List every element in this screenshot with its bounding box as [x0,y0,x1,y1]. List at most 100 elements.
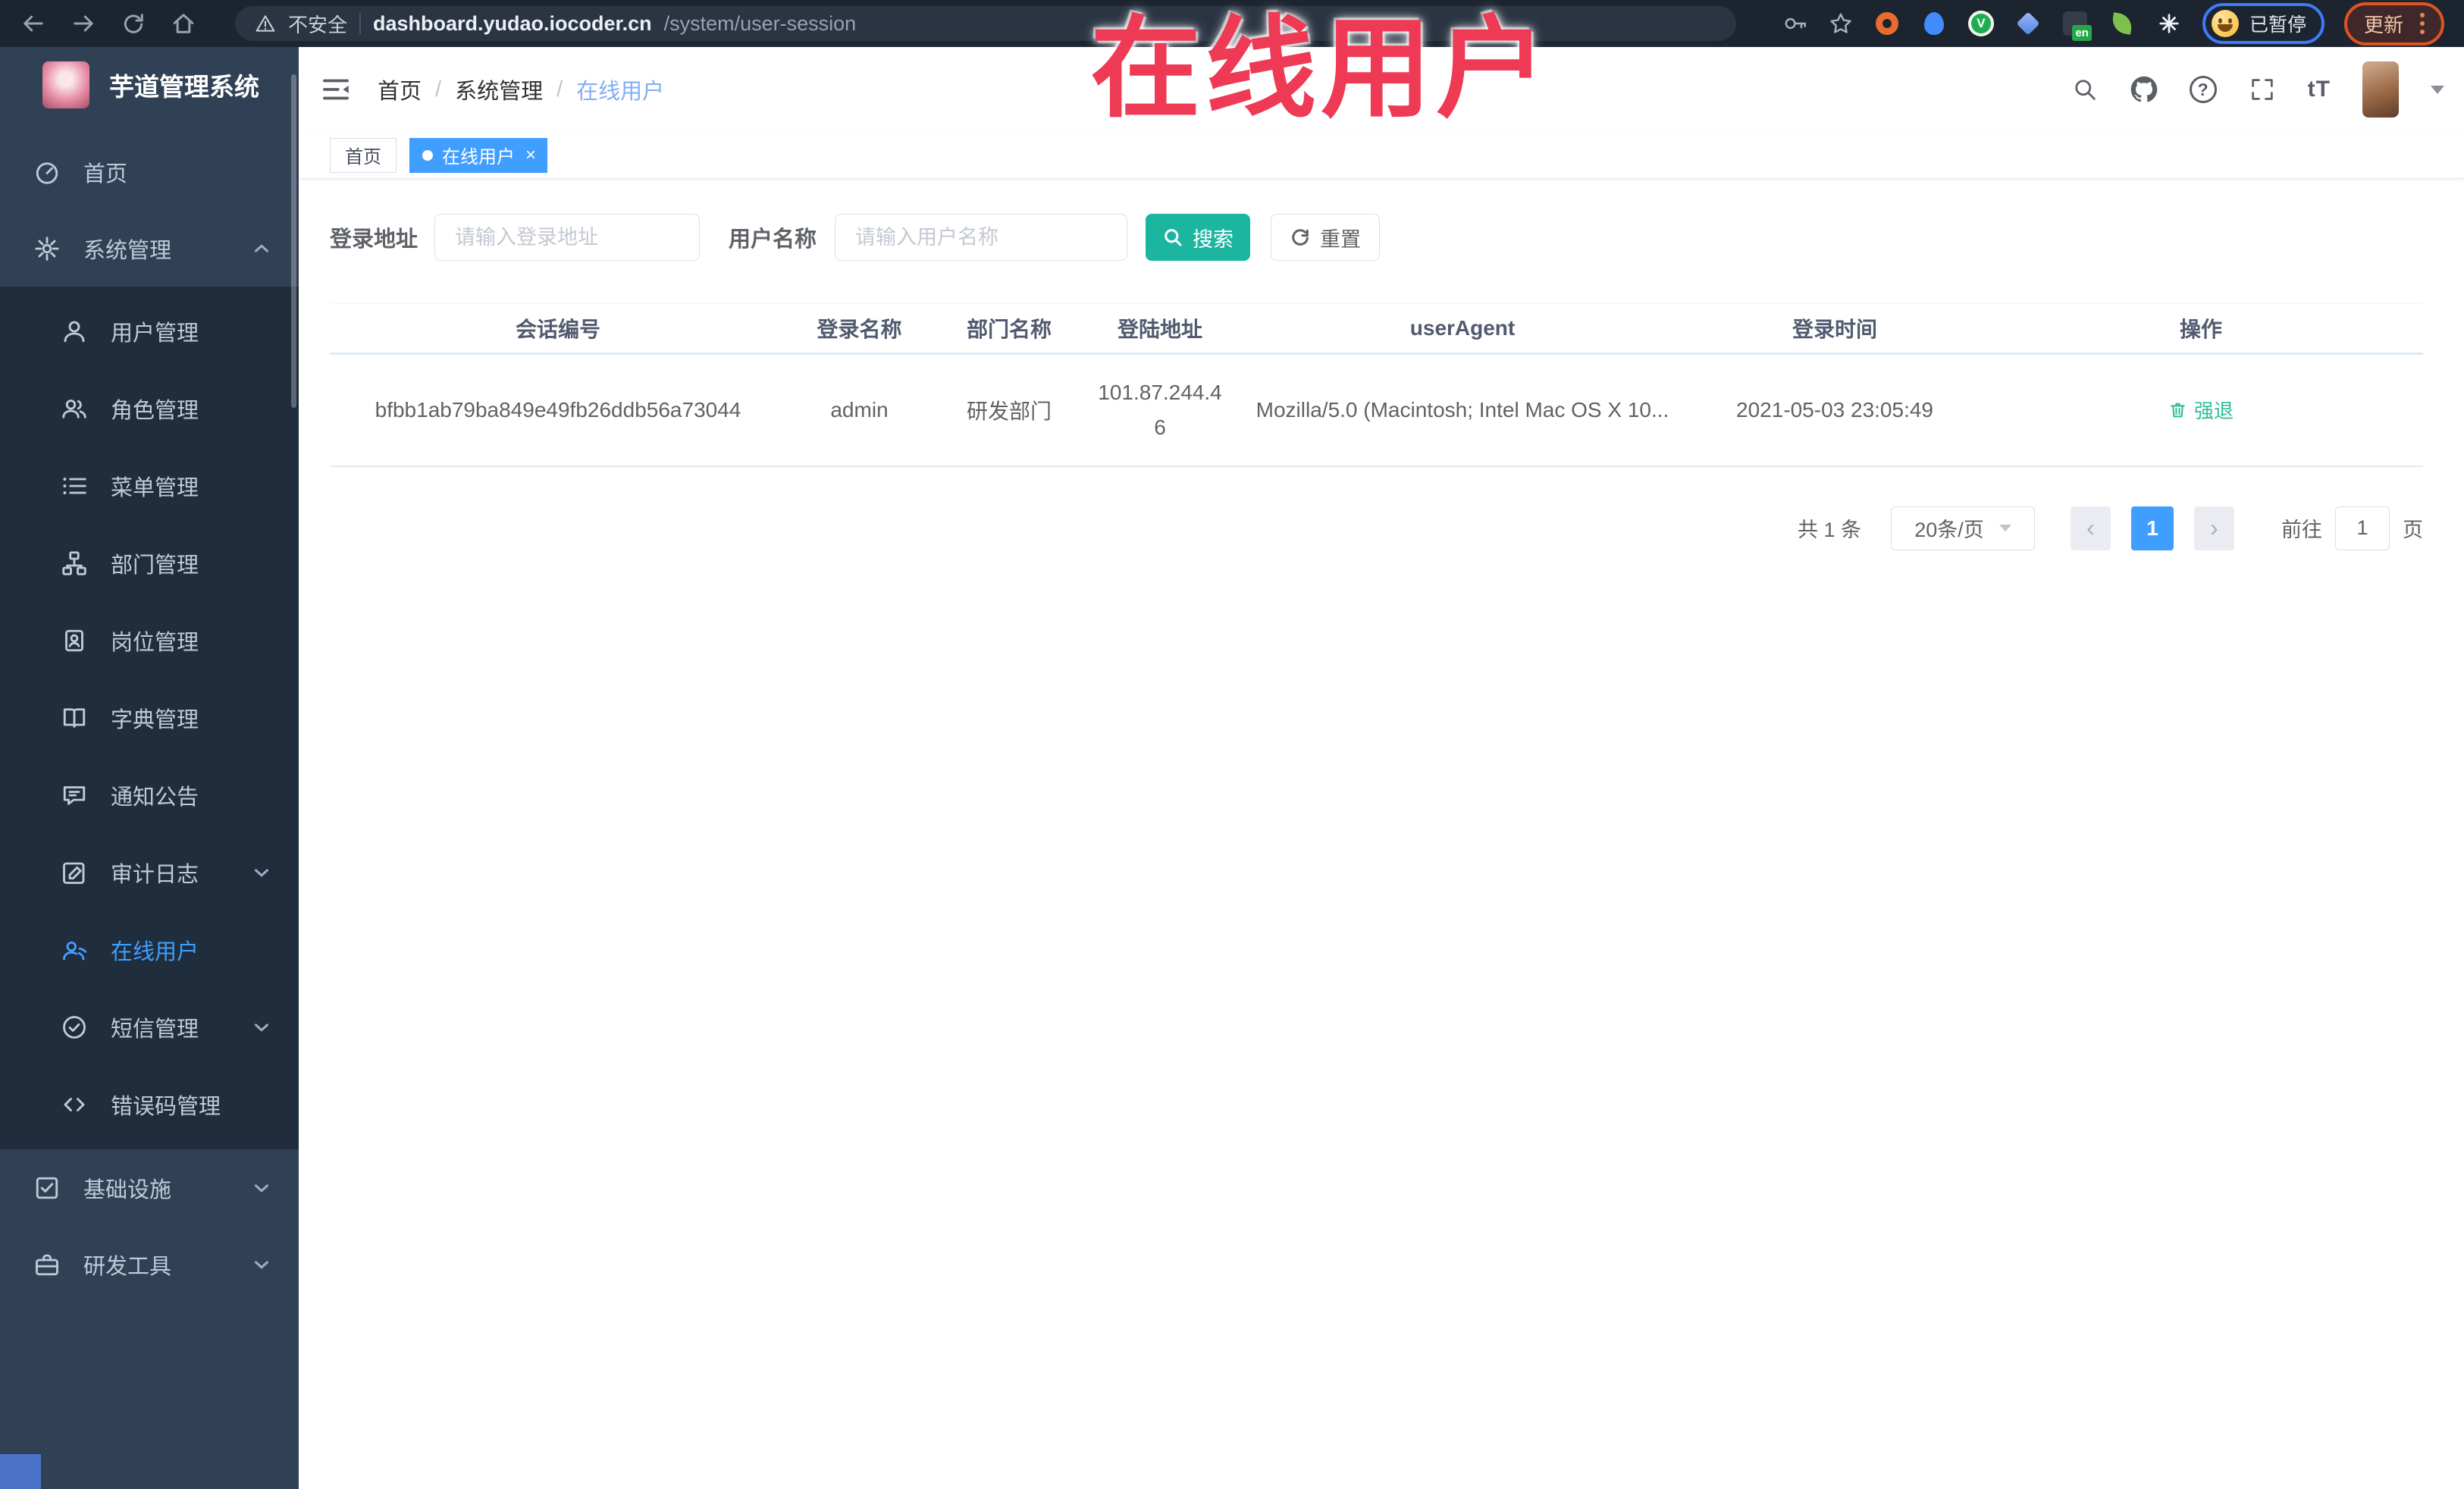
sidebar-item-notices[interactable]: 通知公告 [0,757,299,834]
goto-label: 前往 [2281,519,2322,541]
search-icon[interactable] [2071,76,2099,103]
sidebar-item-menus[interactable]: 菜单管理 [0,447,299,525]
sidebar-item-label: 字典管理 [111,708,199,732]
close-icon[interactable]: × [525,146,536,165]
online-user-icon [61,936,88,964]
users-group-icon [61,395,88,422]
github-icon[interactable] [2130,76,2158,103]
sidebar-item-error-codes[interactable]: 错误码管理 [0,1066,299,1143]
col-login-address: 登陆地址 [1086,303,1234,355]
sidebar-item-online-users[interactable]: 在线用户 [0,911,299,989]
extension-diamond-icon[interactable] [2014,10,2042,37]
sidebar-item-label: 审计日志 [111,863,199,887]
tab-home[interactable]: 首页 [330,137,397,173]
id-badge-icon [61,627,88,654]
login-address-input[interactable] [434,214,701,261]
fullscreen-icon[interactable] [2249,76,2276,103]
username-label: 用户名称 [729,227,817,252]
sidebar-group-devtools[interactable]: 研发工具 [0,1226,299,1302]
sidebar-group-system[interactable]: 系统管理 [0,210,299,287]
refresh-icon [1292,229,1309,246]
col-session-id: 会话编号 [330,303,786,355]
chevron-down-icon [250,1016,273,1039]
not-secure-warning-icon[interactable] [255,13,276,34]
extension-translate-icon[interactable]: en [2061,10,2092,41]
list-icon [61,472,88,500]
next-page-button[interactable]: › [2194,506,2234,550]
sidebar-scrollbar[interactable] [291,74,296,408]
browser-reload-icon[interactable] [120,10,147,37]
tab-label: 在线用户 [442,147,515,168]
goto-page-input[interactable] [2335,506,2390,550]
browser-menu-icon[interactable] [2420,13,2425,34]
sidebar-item-audit-logs[interactable]: 审计日志 [0,834,299,911]
sidebar-item-dictionary[interactable]: 字典管理 [0,679,299,757]
sidebar-item-label: 首页 [83,161,128,187]
extension-feather-icon[interactable] [2108,10,2136,37]
bookmark-star-icon[interactable] [1828,11,1854,36]
cell-login-name: admin [786,353,933,467]
force-logout-label: 强退 [2193,399,2234,422]
magnifier-icon [1165,229,1182,246]
speech-bubble-icon [61,782,88,809]
page-size-select[interactable]: 20条/页 [1891,506,2035,550]
update-label: 更新 [2363,13,2403,36]
username-input[interactable] [835,214,1128,261]
app-logo-row[interactable]: 芋道管理系统 [0,47,299,123]
hamburger-collapse-icon[interactable] [321,77,350,102]
security-label[interactable]: 不安全 [288,10,347,38]
cell-actions: 强退 [1979,353,2423,467]
cell-ip: 101.87.244.46 [1086,353,1234,467]
tab-label: 首页 [345,147,381,168]
extensions-puzzle-icon[interactable] [2155,10,2183,37]
breadcrumb: 首页 / 系统管理 / 在线用户 [378,74,664,105]
font-size-icon[interactable]: tT [2308,77,2331,102]
sidebar-item-home[interactable]: 首页 [0,133,299,210]
search-button[interactable]: 搜索 [1146,214,1251,261]
book-icon [61,704,88,732]
breadcrumb-home[interactable]: 首页 [378,74,422,105]
chevron-down-icon [250,1177,273,1199]
password-key-icon[interactable] [1782,11,1808,36]
sidebar-item-sms[interactable]: 短信管理 [0,989,299,1066]
avatar-caret-icon[interactable] [2431,85,2444,94]
sidebar-item-label: 岗位管理 [111,631,199,655]
extension-blue-drop-icon[interactable] [1920,10,1948,37]
sidebar-item-roles[interactable]: 角色管理 [0,370,299,447]
breadcrumb-current: 在线用户 [576,80,665,104]
browser-back-icon[interactable] [20,10,47,37]
browser-home-icon[interactable] [170,10,197,37]
tab-online-users[interactable]: 在线用户 × [409,137,548,173]
force-logout-button[interactable]: 强退 [2168,396,2234,424]
prev-page-button[interactable]: ‹ [2071,506,2111,550]
col-login-time: 登录时间 [1691,303,1979,355]
cell-session-id: bfbb1ab79ba849e49fb26ddb56a73044 [330,353,786,467]
address-bar[interactable]: 不安全 dashboard.yudao.iocoder.cn /system/u… [235,6,1736,41]
browser-update-button[interactable]: 更新 [2343,2,2444,45]
breadcrumb-separator: / [556,77,563,102]
url-path: /system/user-session [663,11,857,35]
active-dot-icon [422,149,433,161]
extension-green-v-icon[interactable]: V [1967,10,1995,37]
sidebar-item-users[interactable]: 用户管理 [0,293,299,370]
chevron-down-icon [250,861,273,884]
system-submenu: 用户管理 角色管理 菜单管理 部门管理 岗位管理 字典管理 通知公告 审计日志 … [0,287,299,1149]
help-icon[interactable]: ? [2189,76,2217,103]
reset-button[interactable]: 重置 [1271,214,1381,261]
sidebar-group-infrastructure[interactable]: 基础设施 [0,1149,299,1226]
extension-orange-icon[interactable] [1873,10,1901,37]
browser-forward-icon[interactable] [70,10,97,37]
profile-paused-badge[interactable]: 已暂停 [2202,3,2324,44]
sidebar-item-posts[interactable]: 岗位管理 [0,602,299,679]
dashboard-icon [33,158,61,186]
breadcrumb-system[interactable]: 系统管理 [455,74,543,105]
sidebar-bottom-indicator [0,1454,41,1489]
sidebar-item-departments[interactable]: 部门管理 [0,525,299,602]
table-header-row: 会话编号 登录名称 部门名称 登陆地址 userAgent 登录时间 操作 [330,303,2423,355]
cell-dept: 研发部门 [933,353,1086,467]
sessions-table: 会话编号 登录名称 部门名称 登陆地址 userAgent 登录时间 操作 bf… [330,303,2423,467]
sidebar-item-label: 用户管理 [111,321,199,346]
avatar[interactable] [2362,61,2399,118]
en-badge: en [2072,25,2092,41]
page-number-button[interactable]: 1 [2131,506,2174,550]
